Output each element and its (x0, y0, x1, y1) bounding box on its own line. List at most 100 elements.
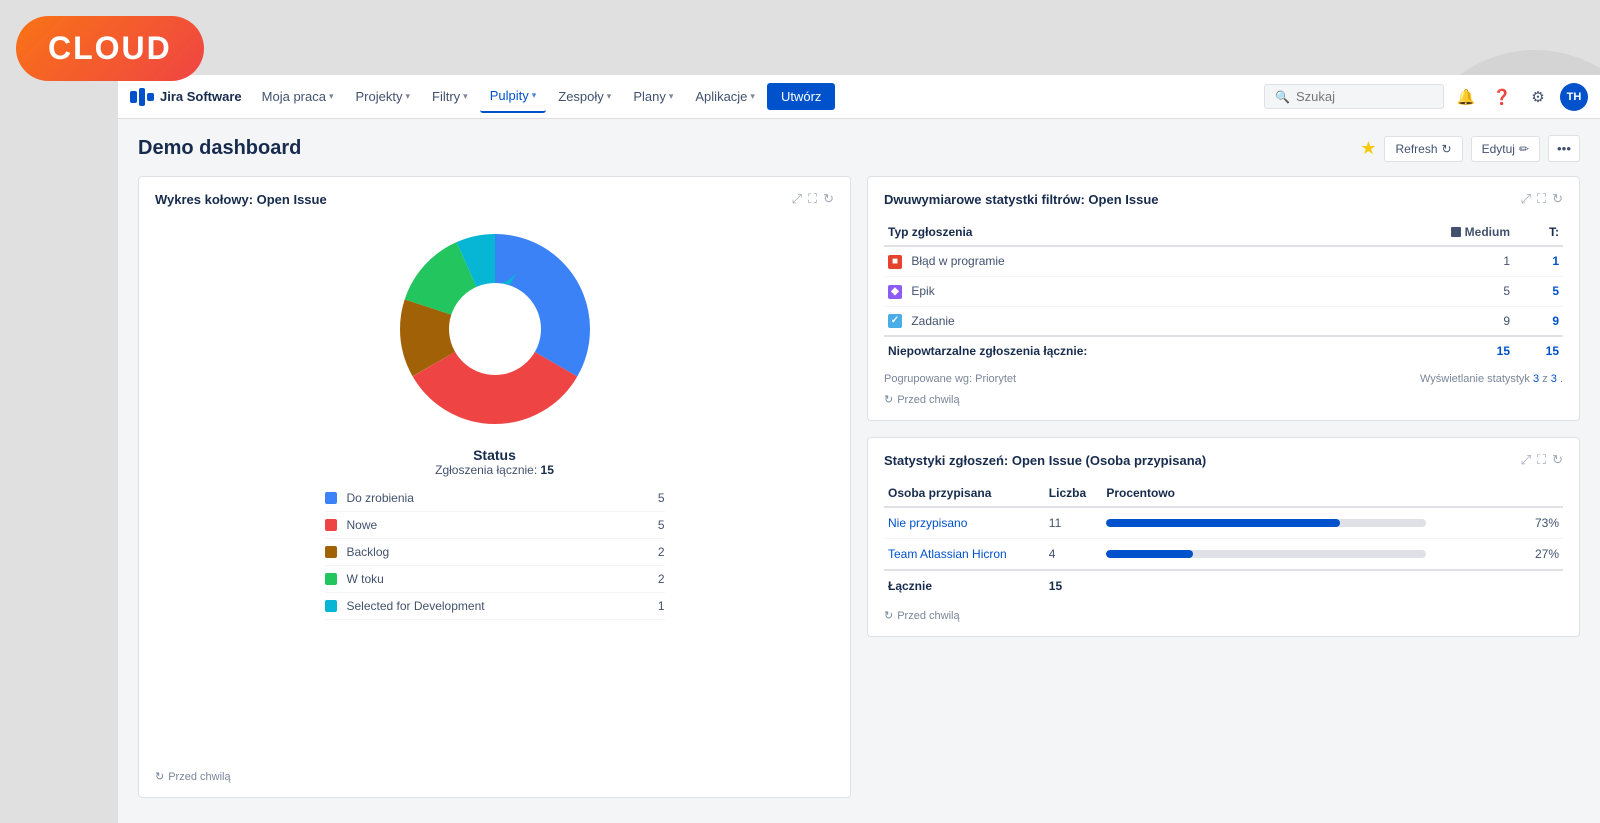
filter-total-label: Niepowtarzalne zgłoszenia łącznie: (884, 336, 1360, 365)
bug-total-val: 1 (1514, 246, 1563, 276)
nav-aplikacje[interactable]: Aplikacje ▾ (685, 81, 765, 112)
legend-item-0: Do zrobienia 5 (325, 485, 665, 512)
main-content: Demo dashboard ★ Refresh ↻ Edytuj ✏ ••• … (118, 119, 1600, 823)
legend-value-3: 2 (645, 572, 665, 586)
assignee-name-1[interactable]: Team Atlassian Hicron (884, 539, 1045, 571)
bar-cell-0 (1106, 519, 1514, 527)
col-medium-header: Medium (1360, 219, 1514, 246)
assignee-bar-1 (1102, 539, 1518, 571)
task-total-val: 9 (1514, 306, 1563, 336)
legend-color-w-toku (325, 573, 337, 585)
assignee-footer-text: Przed chwilą (897, 610, 959, 622)
help-button[interactable]: ❓ (1488, 83, 1516, 111)
logo-icon (130, 85, 154, 109)
legend-color-do-zrobienia (325, 492, 337, 504)
search-box[interactable]: 🔍 (1264, 84, 1444, 109)
cloud-badge-text: CLOUD (48, 30, 172, 66)
top-navigation: Jira Software Moja praca ▾ Projekty ▾ Fi… (118, 75, 1600, 119)
filter-type-epic: ◆ Epik (884, 276, 1360, 306)
expand-icon[interactable]: ⛶ (808, 191, 817, 207)
nav-filtry[interactable]: Filtry ▾ (422, 81, 478, 112)
edit-button[interactable]: Edytuj ✏ (1471, 136, 1540, 162)
refresh-icon[interactable]: ↻ (823, 191, 834, 207)
progress-bar-fill-1 (1106, 550, 1192, 558)
showing-total-link[interactable]: 3 (1551, 373, 1557, 385)
chevron-down-icon: ▾ (607, 91, 612, 102)
refresh-button[interactable]: Refresh ↻ (1384, 136, 1462, 162)
pie-legend: Do zrobienia 5 Nowe 5 Backlog 2 (325, 485, 665, 620)
legend-value-0: 5 (645, 491, 665, 505)
filter-stats-widget: Dwuwymiarowe statystki filtrów: Open Iss… (867, 176, 1580, 421)
fullscreen-icon[interactable]: ⤢ (1521, 191, 1531, 207)
nav-zespoly-label: Zespoły (558, 89, 604, 104)
cloud-badge: CLOUD (16, 16, 204, 81)
assignee-stats-table: Osoba przypisana Liczba Procentowo Nie p… (884, 480, 1563, 601)
nav-moja-praca-label: Moja praca (262, 89, 326, 104)
refresh-icon: ↻ (155, 770, 164, 783)
assignee-widget-controls: ⤢ ⛶ ↻ (1521, 452, 1563, 468)
avatar[interactable]: TH (1560, 83, 1588, 111)
task-label: Zadanie (911, 314, 954, 328)
chevron-down-icon: ▾ (669, 91, 674, 102)
progress-bar-fill-0 (1106, 519, 1340, 527)
col-person-header: Osoba przypisana (884, 480, 1045, 507)
pie-widget-footer: ↻ Przed chwilą (155, 762, 834, 783)
nav-moja-praca[interactable]: Moja praca ▾ (252, 81, 344, 112)
filter-type-bug: ■ Błąd w programie (884, 246, 1360, 276)
legend-label-1: Nowe (347, 518, 645, 532)
bug-label: Błąd w programie (911, 254, 1004, 268)
showing-of: z (1542, 373, 1551, 385)
notifications-button[interactable]: 🔔 (1452, 83, 1480, 111)
pie-widget-title: Wykres kołowy: Open Issue (155, 192, 327, 207)
nav-filtry-label: Filtry (432, 89, 460, 104)
refresh-label: Refresh (1395, 142, 1437, 156)
col-type-header: Typ zgłoszenia (884, 219, 1360, 246)
assignee-total-count: 15 (1045, 570, 1103, 601)
logo: Jira Software (130, 85, 242, 109)
more-options-button[interactable]: ••• (1548, 135, 1580, 162)
assignee-widget-title: Statystyki zgłoszeń: Open Issue (Osoba p… (884, 453, 1206, 468)
nav-projekty[interactable]: Projekty ▾ (346, 81, 421, 112)
filter-total-total: 15 (1514, 336, 1563, 365)
settings-button[interactable]: ⚙ (1524, 83, 1552, 111)
filter-stats-table: Typ zgłoszenia Medium T: (884, 219, 1563, 365)
pie-footer-text: Przed chwilą (168, 771, 230, 783)
medium-color-indicator (1451, 227, 1461, 237)
page-title: Demo dashboard (138, 137, 301, 160)
dashboard-actions: ★ Refresh ↻ Edytuj ✏ ••• (1360, 135, 1580, 162)
favorite-star-icon[interactable]: ★ (1360, 138, 1376, 159)
nav-plany[interactable]: Plany ▾ (623, 81, 683, 112)
assignee-total-row: Łącznie 15 (884, 570, 1563, 601)
assignee-percent-0: 73% (1519, 507, 1563, 539)
legend-label-3: W toku (347, 572, 645, 586)
nav-zespoly[interactable]: Zespoły ▾ (548, 81, 621, 112)
fullscreen-icon[interactable]: ⤢ (792, 191, 802, 207)
search-input[interactable] (1296, 89, 1436, 104)
pie-container (395, 229, 595, 429)
refresh-icon[interactable]: ↻ (1552, 191, 1563, 207)
pie-widget-controls: ⤢ ⛶ ↻ (792, 191, 834, 207)
assignee-name-0[interactable]: Nie przypisano (884, 507, 1045, 539)
legend-item-2: Backlog 2 (325, 539, 665, 566)
refresh-icon[interactable]: ↻ (1552, 452, 1563, 468)
expand-icon[interactable]: ⛶ (1537, 191, 1546, 207)
col-percent-header: Procentowo (1102, 480, 1518, 507)
assignee-widget-footer: ↻ Przed chwilą (884, 601, 1563, 622)
nav-pulpity[interactable]: Pulpity ▾ (480, 80, 547, 113)
pie-center-label: Status Zgłoszenia łącznie: 15 (435, 447, 554, 477)
dashboard-grid: Wykres kołowy: Open Issue ⤢ ⛶ ↻ (138, 176, 1580, 798)
filter-row-task: ✓ Zadanie 9 9 (884, 306, 1563, 336)
assignee-row-0: Nie przypisano 11 73% (884, 507, 1563, 539)
filter-widget-controls: ⤢ ⛶ ↻ (1521, 191, 1563, 207)
epic-label: Epik (911, 284, 934, 298)
showing-count-link[interactable]: 3 (1533, 373, 1539, 385)
col-total-header: T: (1514, 219, 1563, 246)
fullscreen-icon[interactable]: ⤢ (1521, 452, 1531, 468)
search-icon: 🔍 (1275, 90, 1290, 104)
dashboard-header: Demo dashboard ★ Refresh ↻ Edytuj ✏ ••• (138, 135, 1580, 162)
logo-name: Jira Software (160, 89, 242, 104)
epic-total-val: 5 (1514, 276, 1563, 306)
expand-icon[interactable]: ⛶ (1537, 452, 1546, 468)
legend-value-4: 1 (645, 599, 665, 613)
create-button[interactable]: Utwórz (767, 83, 835, 110)
